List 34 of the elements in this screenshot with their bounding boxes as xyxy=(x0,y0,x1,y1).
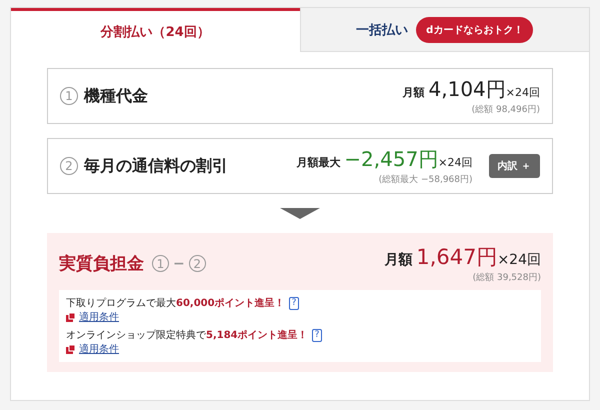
breakdown-button[interactable]: 内訳 ＋ xyxy=(488,154,540,178)
conditions-link[interactable]: 適用条件 xyxy=(79,342,119,356)
down-arrow-icon xyxy=(280,208,320,219)
result-title: 実質負担金 xyxy=(59,253,144,275)
amount-label: 月額 xyxy=(402,85,425,100)
copy-icon xyxy=(66,344,75,354)
times-label: ×24回 xyxy=(497,251,541,269)
times-label: ×24回 xyxy=(506,85,540,100)
copy-icon xyxy=(66,312,75,322)
offer-text: オンラインショップ限定特典で5,184ポイント進呈！ xyxy=(66,328,308,342)
amount-value: 1,647円 xyxy=(416,244,498,271)
promo-badge: dカードならおトク！ xyxy=(416,16,534,42)
minus-sign: − xyxy=(173,256,185,272)
total-amount: (総額 98,496円) xyxy=(472,104,540,116)
amount-value: −2,457円 xyxy=(344,146,438,173)
item-title: 機種代金 xyxy=(84,86,149,106)
item-title: 毎月の通信料の割引 xyxy=(84,156,229,176)
step-number: 2 xyxy=(60,157,78,175)
step-number: 2 xyxy=(188,255,206,272)
tab-label: 一括払い xyxy=(356,22,408,38)
step-number: 1 xyxy=(60,87,78,105)
total-amount: (総額 39,528円) xyxy=(472,272,541,284)
help-icon[interactable]: ? xyxy=(312,328,322,342)
help-icon[interactable]: ? xyxy=(288,296,300,310)
payment-tab[interactable]: 一括払い dカードならおトク！ xyxy=(300,8,589,52)
conditions-link[interactable]: 適用条件 xyxy=(79,310,119,324)
amount-label: 月額 xyxy=(384,251,412,269)
amount-label: 月額最大 xyxy=(296,155,340,170)
total-amount: (総額最大 −58,968円) xyxy=(378,174,473,186)
times-label: ×24回 xyxy=(438,155,473,170)
offer-text: 下取りプログラムで最大60,000ポイント進呈！ xyxy=(66,296,285,310)
tab-label: 分割払い（24回） xyxy=(100,24,210,40)
step-number: 1 xyxy=(152,255,169,272)
amount-value: 4,104円 xyxy=(428,76,506,103)
